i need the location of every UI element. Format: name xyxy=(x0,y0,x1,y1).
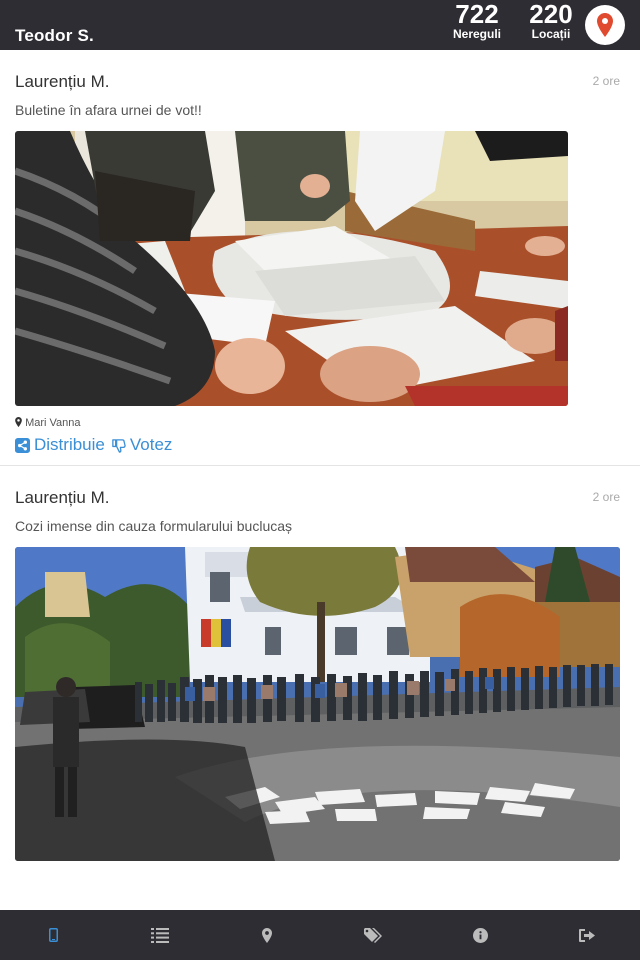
stat-nereguli-count: 722 xyxy=(455,0,499,29)
share-button[interactable]: Distribuie xyxy=(15,435,105,455)
bottom-tab-bar xyxy=(0,910,640,960)
post-actions: Distribuie Votez xyxy=(15,435,172,455)
top-bar: Teodor S. 722 Nereguli 220 Locații xyxy=(0,0,640,50)
queue-photo xyxy=(15,547,620,861)
post-location-label: Mari Vanna xyxy=(25,417,81,429)
feed[interactable]: Laurențiu M. 2 ore Buletine în afara urn… xyxy=(0,50,640,906)
tab-list[interactable] xyxy=(107,910,214,960)
ballots-photo xyxy=(15,131,568,406)
stat-nereguli[interactable]: 722 Nereguli xyxy=(446,0,508,40)
tab-logout[interactable] xyxy=(533,910,640,960)
map-marker-icon xyxy=(261,927,272,943)
post-text: Buletine în afara urnei de vot!! xyxy=(15,102,202,118)
share-icon xyxy=(15,437,30,453)
share-label: Distribuie xyxy=(34,435,105,454)
post-photo[interactable] xyxy=(15,547,620,861)
post-text: Cozi imense din cauza formularului buclu… xyxy=(15,518,293,534)
tab-tags[interactable] xyxy=(320,910,427,960)
post-author[interactable]: Laurențiu M. xyxy=(15,72,110,92)
map-marker-icon xyxy=(15,417,22,427)
post-time: 2 ore xyxy=(592,74,620,88)
tab-home[interactable] xyxy=(0,910,107,960)
post-time: 2 ore xyxy=(592,490,620,504)
post-card[interactable]: Laurențiu M. 2 ore Cozi imense din cauza… xyxy=(0,466,640,906)
stat-locatii-label: Locații xyxy=(531,27,571,41)
tab-map[interactable] xyxy=(213,910,320,960)
post-photo[interactable] xyxy=(15,131,568,406)
list-icon xyxy=(151,927,169,943)
post-author[interactable]: Laurențiu M. xyxy=(15,488,110,508)
sign-out-icon xyxy=(578,928,595,942)
map-marker-icon xyxy=(597,13,613,37)
mobile-icon xyxy=(48,928,58,942)
vote-button[interactable]: Votez xyxy=(111,435,173,455)
stat-locatii[interactable]: 220 Locații xyxy=(520,0,582,40)
vote-label: Votez xyxy=(129,435,173,454)
map-button[interactable] xyxy=(585,5,625,45)
stat-nereguli-label: Nereguli xyxy=(452,27,501,41)
post-card[interactable]: Laurențiu M. 2 ore Buletine în afara urn… xyxy=(0,50,640,466)
tags-icon xyxy=(363,927,382,943)
user-name[interactable]: Teodor S. xyxy=(15,26,94,46)
thumbs-down-icon xyxy=(112,438,126,453)
stat-locatii-count: 220 xyxy=(529,0,573,29)
tab-info[interactable] xyxy=(427,910,534,960)
info-icon xyxy=(472,927,488,943)
post-location[interactable]: Mari Vanna xyxy=(15,417,81,429)
